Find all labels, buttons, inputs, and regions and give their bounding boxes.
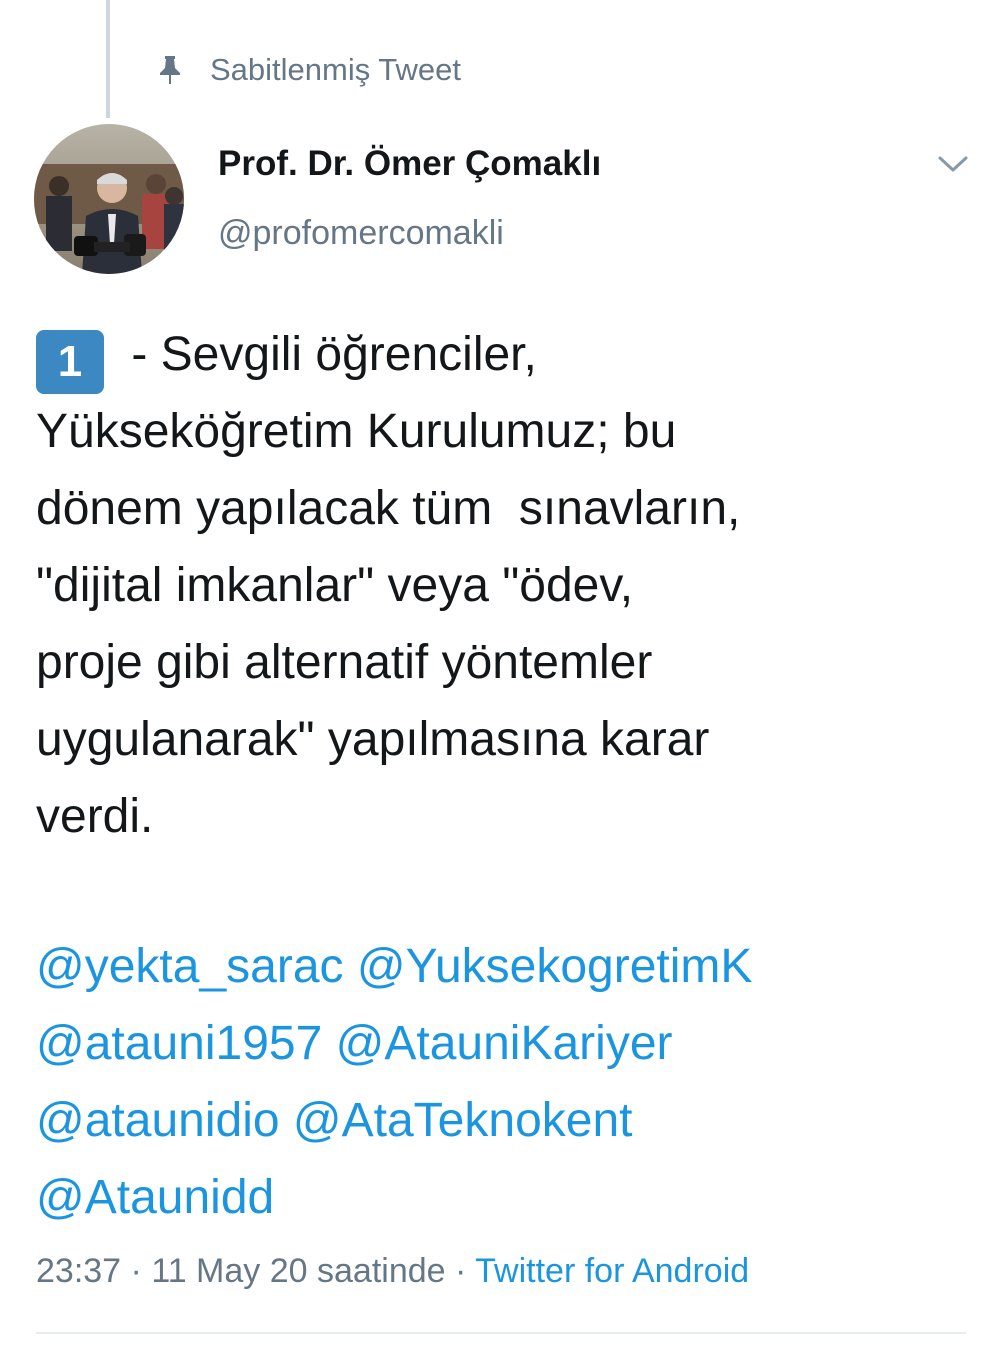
mention-line: @yekta_sarac @YuksekogretimK [36,928,976,1005]
tweet-text-line: verdi. [36,790,154,843]
mention-line: @atauni1957 @AtauniKariyer [36,1005,976,1082]
tweet-time: 23:37 [36,1252,122,1290]
tweet-text-line: dönem yapılacak tüm sınavların, [36,482,741,535]
pinned-label: Sabitlenmiş Tweet [210,52,461,87]
mention-line: @Ataunidd [36,1159,976,1236]
mention-link-ataunikariyer[interactable]: @AtauniKariyer [336,1017,673,1070]
tweet-metadata: 23:37 · 11 May 20 saatinde · Twitter for… [36,1252,749,1291]
mention-link-yekta-sarac[interactable]: @yekta_sarac [36,940,344,993]
mention-line: @ataunidio @AtaTeknokent [36,1082,976,1159]
divider [36,1332,966,1334]
mention-link-atateknokent[interactable]: @AtaTeknokent [293,1094,633,1147]
tweet-source-link[interactable]: Twitter for Android [475,1252,749,1290]
tweet-text-line-content: - Sevgili öğrenciler, [118,328,537,381]
tweet-text-line: uygulanarak" yapılmasına karar [36,713,710,766]
tweet-menu-button[interactable] [928,146,978,186]
meta-separator: · [121,1252,152,1290]
pin-icon [150,50,190,90]
tweet-text-line: "dijital imkanlar" veya "ödev, [36,559,634,612]
author-name[interactable]: Prof. Dr. Ömer Çomaklı [218,144,601,184]
mention-link-atauni1957[interactable]: @atauni1957 [36,1017,322,1070]
tweet-text-line: 1 - Sevgili öğrenciler, [36,316,976,394]
tweet-text-line: Yükseköğretim Kurulumuz; bu [36,405,677,458]
meta-separator: · [445,1252,476,1290]
number-one-badge: 1 [36,330,104,394]
thread-connector-line [106,0,110,118]
tweet-text-line: proje gibi alternatif yöntemler [36,636,653,689]
mention-link-ataunidio[interactable]: @ataunidio [36,1094,280,1147]
mention-link-ataunidd[interactable]: @Ataunidd [36,1171,274,1224]
chevron-down-icon [937,154,969,179]
avatar[interactable] [34,124,184,274]
pinned-indicator: Sabitlenmiş Tweet [150,46,461,94]
mention-link-yuksekogretimk[interactable]: @YuksekogretimK [357,940,753,993]
author-handle[interactable]: @profomercomakli [218,214,504,253]
tweet-date[interactable]: 11 May 20 saatinde [151,1252,445,1290]
tweet-text: 1 - Sevgili öğrenciler, Yükseköğretim Ku… [36,316,976,855]
tweet-mentions: @yekta_sarac @YuksekogretimK @atauni1957… [36,928,976,1236]
